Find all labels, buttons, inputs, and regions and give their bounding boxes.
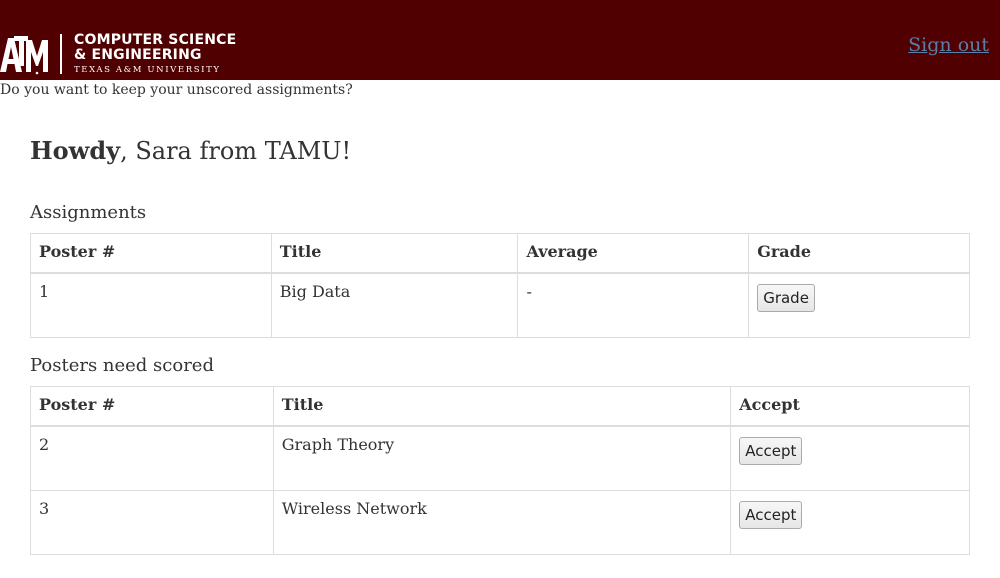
logo-line-3: TEXAS A&M UNIVERSITY [74, 64, 221, 75]
table-row: 2 Graph Theory Accept [30, 425, 970, 491]
poster-number: 3 [30, 490, 274, 555]
tamu-cse-logo[interactable]: COMPUTER SCIENCE & ENGINEERING TEXAS A&M… [0, 32, 236, 76]
top-navbar: COMPUTER SCIENCE & ENGINEERING TEXAS A&M… [0, 0, 1000, 80]
logo-divider [60, 34, 62, 74]
greeting-bold: Howdy [30, 136, 121, 165]
accept-cell: Accept [730, 425, 970, 491]
accept-button[interactable]: Accept [739, 437, 803, 465]
table-row: 1 Big Data - Grade [30, 272, 970, 338]
poster-title: Graph Theory [272, 425, 732, 491]
logo-text: COMPUTER SCIENCE & ENGINEERING TEXAS A&M… [74, 31, 237, 76]
greeting-rest: , Sara from TAMU! [120, 137, 352, 165]
column-header: Title [270, 233, 519, 274]
poster-title: Wireless Network [272, 490, 732, 555]
poster-title: Big Data [270, 272, 519, 338]
poster-number: 2 [30, 425, 274, 491]
table-row: 3 Wireless Network Accept [30, 490, 970, 555]
grade-cell: Grade [748, 272, 970, 338]
column-header: Title [272, 386, 732, 427]
posters-table: Poster # Title Accept 2 Graph Theory Acc… [30, 386, 970, 555]
column-header: Grade [748, 233, 970, 274]
assignments-title: Assignments [30, 202, 147, 223]
column-header: Accept [730, 386, 970, 427]
greeting: Howdy, Sara from TAMU! [30, 136, 970, 166]
accept-cell: Accept [730, 490, 970, 555]
logo-line-1: COMPUTER SCIENCE [74, 31, 237, 48]
sign-out-link[interactable]: Sign out [908, 34, 989, 56]
main-content: Howdy, Sara from TAMU! Assignments Poste… [0, 136, 1000, 555]
logo-line-2: & ENGINEERING [74, 46, 202, 63]
accept-button[interactable]: Accept [739, 501, 803, 529]
grade-button[interactable]: Grade [757, 284, 815, 312]
column-header: Poster # [30, 233, 272, 274]
poster-number: 1 [30, 272, 272, 338]
assignments-table: Poster # Title Average Grade 1 Big Data … [30, 233, 970, 338]
table-header-row: Poster # Title Average Grade [30, 233, 970, 274]
posters-title: Posters need scored [30, 355, 214, 376]
poster-average: - [517, 272, 750, 338]
atm-logo-icon [0, 36, 48, 75]
column-header: Poster # [30, 386, 274, 427]
column-header: Average [517, 233, 750, 274]
unscored-notice: Do you want to keep your unscored assign… [0, 82, 353, 98]
table-header-row: Poster # Title Accept [30, 386, 970, 427]
